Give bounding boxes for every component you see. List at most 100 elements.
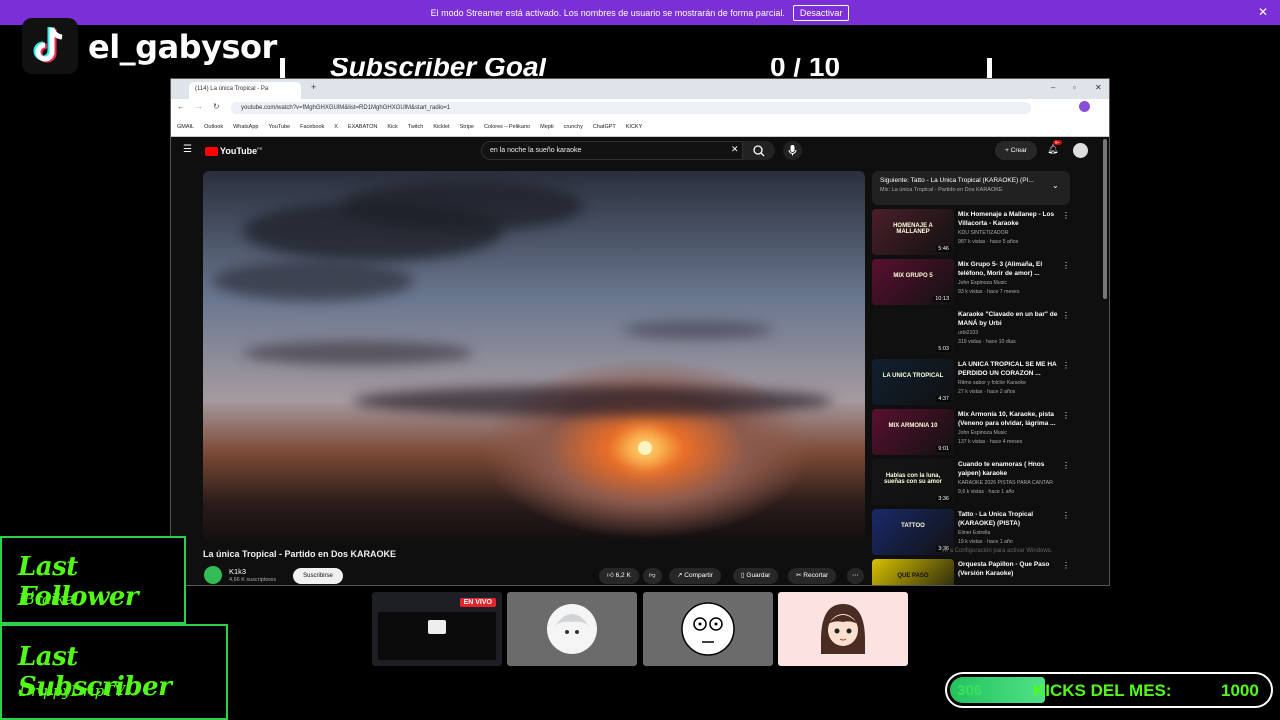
recommendation-item[interactable]: MIX GRUPO 5 10:13 Mix Grupo 5- 3 (Alimaña,…: [872, 259, 1072, 307]
maximize-icon[interactable]: ▫: [1073, 83, 1076, 92]
bookmark-kick[interactable]: Kick: [387, 124, 397, 130]
kicks-goal: 1000: [1221, 681, 1259, 700]
video-title: La única Tropical - Partido en Dos KARAO…: [203, 549, 397, 559]
video-title-link[interactable]: Orquesta Papillon - Que Paso (Versión Ka…: [958, 560, 1058, 578]
video-title-link[interactable]: Mix Armonía 10, Karaoke, pista (Veneno p…: [958, 410, 1058, 428]
video-thumbnail[interactable]: QUE PASO: [872, 559, 954, 585]
video-channel[interactable]: Ritmo sabor y folclor Karaoke: [958, 380, 1068, 386]
bookmark-crunchy[interactable]: crunchy: [564, 124, 583, 130]
participant-avatar-1[interactable]: [507, 592, 637, 666]
video-thumbnail[interactable]: Hablas con la luna, sueñas con su amor 3:…: [872, 459, 954, 505]
participant-avatar-2[interactable]: [643, 592, 773, 666]
bookmark-whatsapp[interactable]: WhatsApp: [233, 124, 258, 130]
url-field[interactable]: youtube.com/watch?v=fMghGHXGUlM&list=RD1…: [231, 102, 1031, 114]
account-avatar[interactable]: [1073, 143, 1088, 158]
search-button[interactable]: [743, 141, 775, 160]
clip-button[interactable]: ✂ Recortar: [788, 568, 837, 584]
video-channel[interactable]: John Espinoza Music: [958, 280, 1068, 286]
video-title-link[interactable]: Mix Grupo 5- 3 (Alimaña, El teléfono, Mo…: [958, 260, 1058, 278]
video-title-link[interactable]: Tatto - La Unica Tropical (KARAOKE) (PIS…: [958, 510, 1058, 528]
close-icon[interactable]: ✕: [1258, 5, 1268, 19]
more-options-icon[interactable]: ⋮: [1062, 211, 1070, 220]
bookmark-facebook[interactable]: Facebook: [300, 124, 324, 130]
video-player[interactable]: [203, 171, 865, 541]
video-thumbnail[interactable]: LA UNICA TROPICAL 4:37: [872, 359, 954, 405]
video-channel[interactable]: KDU SINTETIZADOR: [958, 230, 1068, 236]
create-button[interactable]: + Crear: [995, 141, 1037, 160]
dislike-button[interactable]: 👎︎: [643, 568, 662, 584]
subscribe-button[interactable]: Suscribirse: [293, 568, 343, 584]
video-thumbnail[interactable]: HOMENAJE A MALLANEP 5:46: [872, 209, 954, 255]
video-title-link[interactable]: LA UNICA TROPICAL SE ME HA PERDIDO UN CO…: [958, 360, 1058, 378]
recommendation-item[interactable]: Hablas con la luna, sueñas con su amor 3:…: [872, 459, 1072, 507]
share-button[interactable]: ↗ Compartir: [669, 568, 721, 584]
search-input[interactable]: en la noche la sueño karaoke: [481, 141, 743, 160]
profile-avatar[interactable]: [1079, 101, 1090, 112]
bookmark-twitch[interactable]: Twitch: [408, 124, 424, 130]
video-thumbnail[interactable]: MIX ARMONIA 10 9:01: [872, 409, 954, 455]
chevron-down-icon[interactable]: ⌄: [1052, 181, 1059, 190]
page-scrollbar[interactable]: [1103, 139, 1107, 299]
video-thumbnail[interactable]: 5:03: [872, 309, 954, 355]
bookmark-x[interactable]: X: [334, 124, 338, 130]
recommendation-item[interactable]: HOMENAJE A MALLANEP 5:46 Mix Homenaje a Ma…: [872, 209, 1072, 257]
bookmark-gmail[interactable]: GMAIL: [177, 124, 194, 130]
video-title-link[interactable]: Mix Homenaje a Mallanep - Los Villacorta…: [958, 210, 1058, 228]
like-button[interactable]: 👍︎ 6,2 K: [599, 568, 639, 584]
bookmark-mepti[interactable]: Mepti: [540, 124, 553, 130]
video-channel[interactable]: urbi2103: [958, 330, 1068, 336]
browser-tab[interactable]: (114) La única Tropical - Pa: [189, 82, 301, 99]
deactivate-button[interactable]: Desactivar: [792, 4, 850, 21]
participant-avatar-3[interactable]: [778, 592, 908, 666]
bookmark-stripe[interactable]: Stripe: [460, 124, 474, 130]
video-channel[interactable]: John Espinoza Music: [958, 430, 1068, 436]
forward-icon[interactable]: →: [195, 102, 203, 111]
menu-icon[interactable]: ☰: [183, 144, 192, 155]
bookmark-youtube[interactable]: YouTube: [268, 124, 290, 130]
playlist-next-panel[interactable]: Siguiente: Tatto - La Unica Tropical (KA…: [872, 171, 1070, 205]
bell-icon[interactable]: 🔔︎: [1047, 144, 1058, 155]
recommendation-item[interactable]: LA UNICA TROPICAL 4:37 LA UNICA TROPICAL S…: [872, 359, 1072, 407]
recommendation-item[interactable]: QUE PASO Orquesta Papillon - Que Paso (Ve…: [872, 559, 1072, 585]
more-options-icon[interactable]: ⋮: [1062, 461, 1070, 470]
bookmark-exabaton[interactable]: EXABATON: [348, 124, 377, 130]
more-options-icon[interactable]: ⋮: [1062, 561, 1070, 570]
stream-preview-thumbnail[interactable]: EN VIVO: [372, 592, 502, 666]
video-channel[interactable]: Elmer Estrella: [958, 530, 1068, 536]
bookmark-kicky[interactable]: KICKY: [626, 124, 643, 130]
recommendation-item[interactable]: MIX ARMONIA 10 9:01 Mix Armonía 10, Karaok…: [872, 409, 1072, 457]
video-channel[interactable]: KARAOKE 2026 PISTAS PARA CANTAR: [958, 480, 1068, 486]
recommendation-item[interactable]: 5:03 Karaoke "Clavado en un bar" de MANÁ …: [872, 309, 1072, 357]
thumbnail-text: HOMENAJE A MALLANEP: [893, 223, 933, 235]
minimize-icon[interactable]: –: [1051, 83, 1055, 92]
voice-search-button[interactable]: [783, 141, 802, 160]
bookmark-kicklet[interactable]: Kicklet: [433, 124, 449, 130]
new-tab-icon[interactable]: +: [311, 82, 316, 92]
channel-name[interactable]: K1k3: [229, 567, 246, 576]
youtube-logo[interactable]: YouTubePE: [205, 146, 263, 157]
bookmark-chatgpt[interactable]: ChatGPT: [593, 124, 616, 130]
more-options-icon[interactable]: ⋮: [1062, 361, 1070, 370]
more-options-icon[interactable]: ⋮: [1062, 261, 1070, 270]
video-thumbnail[interactable]: MIX GRUPO 5 10:13: [872, 259, 954, 305]
more-options-icon[interactable]: ⋮: [1062, 411, 1070, 420]
channel-subscribers: 4,66 K suscriptores: [229, 577, 277, 583]
more-options-icon[interactable]: ⋮: [1062, 311, 1070, 320]
subscriber-goal-title: Subscriber Goal: [330, 58, 547, 80]
video-title-link[interactable]: Cuando te enamoras ( Hnos yaipen) karaok…: [958, 460, 1058, 478]
bookmark-colores[interactable]: Colores – Pelikano: [484, 124, 530, 130]
video-title-link[interactable]: Karaoke "Clavado en un bar" de MANÁ by U…: [958, 310, 1058, 328]
channel-avatar[interactable]: [204, 566, 222, 584]
window-close-icon[interactable]: ✕: [1095, 83, 1102, 92]
back-icon[interactable]: ←: [177, 102, 185, 111]
save-label: Guardar: [746, 572, 771, 579]
video-duration: 3:36: [936, 496, 951, 502]
kicks-goal-bar: 306 KICKS DEL MES: 1000: [945, 672, 1273, 708]
save-button[interactable]: ▯ Guardar: [733, 568, 779, 584]
clear-search-icon[interactable]: ✕: [731, 144, 739, 155]
bookmark-outlook[interactable]: Outlook: [204, 124, 223, 130]
more-options-icon[interactable]: ⋮: [1062, 511, 1070, 520]
last-subscriber-value: DrippyDripTV: [19, 682, 126, 700]
reload-icon[interactable]: ↻: [213, 102, 220, 111]
more-actions-button[interactable]: ⋯: [847, 568, 864, 584]
